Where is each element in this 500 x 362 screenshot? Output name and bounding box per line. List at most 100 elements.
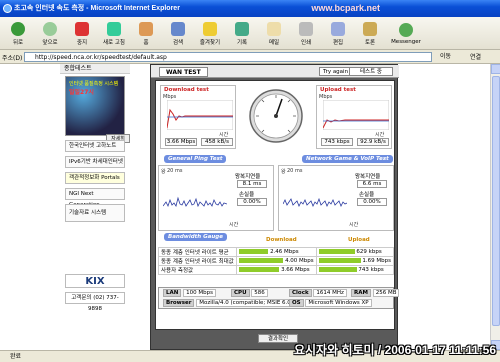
forward-label: 앞으로 [42,39,58,46]
bandwidth-row: 사용자 측정값 3.66 Mbps 743 kbps [157,265,395,275]
voip-graph: 왕 20 ms 시간 왕복지연율 6.6 ms 손실율 0.00% [278,165,394,231]
upload-bar-cell: 1.69 Mbps [315,256,395,266]
voip-loss-value: 0.00% [357,198,387,206]
edit-label: 편집 [332,39,344,46]
voip-avg-label: 왕복지연율 [355,174,381,180]
test-status-field[interactable]: 테스트 중 [349,67,393,76]
sidebar-header: 종합테스트 [60,64,130,74]
print-icon [299,21,313,36]
bandwidth-row-label: 동종 계층 인터넷 라이트 최대값 [157,256,238,266]
home-label: 홈 [143,39,149,46]
bandwidth-download-header: Download [266,237,297,243]
links-button[interactable]: 연결 [470,52,481,61]
upload-bar-cell: 743 kbps [315,265,395,275]
messenger-button[interactable]: Messenger [386,17,426,50]
refresh-button[interactable]: 새로 고침 [98,17,130,50]
upload-bar [318,258,361,263]
download-time-label: 시간 [219,132,229,138]
clock-info: Clock 1614 MHz [289,289,347,298]
download-bar-cell: 4.00 Mbps [236,256,317,266]
timestamp-overlay: 요시자와 히토미 / 2006-01-17 11:11:56 [293,343,496,357]
mail-icon [267,21,281,36]
result-confirm-button[interactable]: 결과확인 [258,334,298,343]
left-sidebar: 종합테스트 인터넷 품질측정 시스템 일일27시 자세히 한국인터넷 고하노트 … [60,64,130,350]
bandwidth-section-title: Bandwidth Gauge [164,233,227,241]
bandwidth-table: 동종 계층 인터넷 라이트 평균 2.46 Mbps 629 kbps 동종 계층… [157,247,395,275]
sidebar-link-4[interactable]: NGI Next Generation [65,188,125,208]
download-value: 3.66 Mbps [281,267,310,273]
upload-time-label: 시간 [375,132,385,138]
os-info: OS Microsoft Windows XP [289,299,372,308]
discuss-label: 토론 [364,39,376,46]
stop-icon [75,21,89,36]
bandwidth-row-label: 동종 계층 인터넷 라이트 평균 [157,247,238,257]
messenger-icon [399,22,413,37]
sidebar-link-2[interactable]: IPv6기반 차세대인터넷 [65,156,125,168]
sidebar-link-1[interactable]: 한국인터넷 고하노트 [65,140,125,152]
lan-info: LAN 100 Mbps [163,289,216,298]
kix-logo[interactable]: KIX [65,274,125,288]
title-bar: 초고속 인터넷 속도 측정 - Microsoft Internet Explo… [0,0,500,17]
forward-button[interactable]: 앞으로 [34,17,66,50]
go-button[interactable]: 이동 [440,52,466,62]
vertical-scrollbar[interactable] [490,64,500,350]
speedtest-tabs: WAN TEST Try again 테스트 중 [151,65,399,78]
voip-loss-label: 손실율 [359,192,375,198]
ping-line [163,196,227,208]
try-again-button[interactable]: Try again [319,67,353,76]
scroll-thumb[interactable] [492,76,500,326]
voip-time-label: 시간 [349,222,359,228]
upload-value: 743 kbps [358,267,384,273]
bandwidth-upload-header: Upload [348,237,370,243]
history-button[interactable]: 기록 [226,17,258,50]
edit-button[interactable]: 편집 [322,17,354,50]
upload-kbps: 743 kbps [321,138,353,146]
back-button[interactable]: 뒤로 [2,17,34,50]
address-bar: 주소(D) http://speed.nca.or.kr/speedtest/d… [0,50,500,64]
banner-subtitle: 일일27시 [69,89,94,96]
address-label: 주소(D) [2,55,23,62]
discuss-icon [363,21,377,36]
voip-line [283,197,347,207]
mail-button[interactable]: 메일 [258,17,290,50]
scroll-up-icon[interactable] [491,64,500,74]
download-bar-cell: 3.66 Mbps [236,265,317,275]
sidebar-link-5[interactable]: 기술자료 시스템 [65,204,125,222]
address-input[interactable]: http://speed.nca.or.kr/speedtest/default… [24,52,432,62]
ie-icon [3,4,12,13]
stop-button[interactable]: 중지 [66,17,98,50]
download-bar [239,258,284,263]
sidebar-link-3[interactable]: 객관적정보화 Portals [65,172,125,184]
print-label: 인쇄 [300,39,312,46]
browser-window: 초고속 인터넷 속도 측정 - Microsoft Internet Explo… [0,0,500,362]
search-button[interactable]: 검색 [162,17,194,50]
favorites-button[interactable]: 즐겨찾기 [194,17,226,50]
download-mbps: 3.66 Mbps [165,138,197,146]
edit-icon [331,21,345,36]
upload-graph: Upload test Mbps 시간 743 kbps 92.9 kB/s [316,85,392,149]
home-button[interactable]: 홈 [130,17,162,50]
voip-ylabel: 왕 [281,169,286,175]
favorites-icon [203,21,217,36]
toolbar: 뒤로 앞으로 중지 새로 고침 홈 검색 즐겨찾기 기록 메일 인쇄 편집 토론… [0,17,500,50]
discuss-button[interactable]: 토론 [354,17,386,50]
stop-label: 중지 [76,39,88,46]
promo-banner[interactable]: 인터넷 품질측정 시스템 일일27시 자세히 [65,76,130,143]
upload-bar-cell: 629 kbps [315,247,395,257]
download-bar [239,267,280,272]
ping-yunit: 20 ms [167,168,183,174]
forward-icon [43,21,57,36]
speedtest-body: Download test Mbps 시간 3.66 Mbps 458 kB/s [155,80,400,330]
upload-value: 1.69 Mbps [362,258,391,264]
voip-avg-value: 6.6 ms [357,180,387,188]
page-content: 종합테스트 인터넷 품질측정 시스템 일일27시 자세히 한국인터넷 고하노트 … [0,64,490,350]
window-title: 초고속 인터넷 속도 측정 - Microsoft Internet Explo… [14,5,180,12]
print-button[interactable]: 인쇄 [290,17,322,50]
back-label: 뒤로 [12,39,24,46]
ping-avg-label: 왕복지연율 [235,174,261,180]
download-bar-cell: 2.46 Mbps [236,247,317,257]
tab-wan-test[interactable]: WAN TEST [159,67,208,77]
refresh-label: 새로 고침 [103,39,125,46]
voip-section-title: Network Game & VoIP Test [302,155,393,163]
download-value: 4.00 Mbps [285,258,314,264]
